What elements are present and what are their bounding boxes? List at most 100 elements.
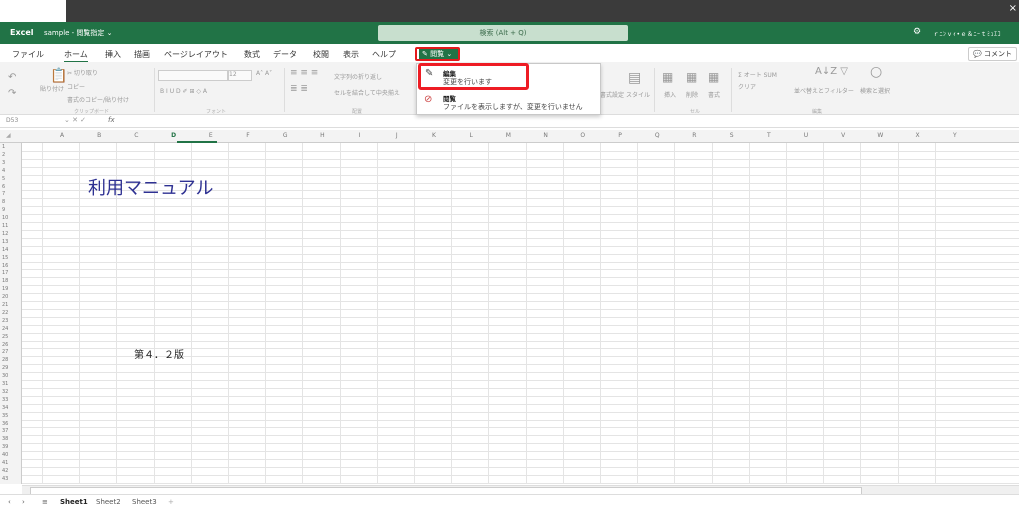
row-header-22[interactable]: 22 <box>2 310 8 316</box>
account-name[interactable]: ｒﾆﾝｖｨ•ｅ＆ﾆｰｔﾐｭｴｺ <box>933 29 1001 38</box>
sheet-tab-sheet1[interactable]: Sheet1 <box>60 498 88 506</box>
cell-styles-icon[interactable]: ▤ <box>628 70 641 86</box>
select-all-icon[interactable]: ◢ <box>6 132 11 139</box>
merge-center-button[interactable]: セルを結合して中央揃え <box>334 88 400 97</box>
align-icons-2[interactable]: ≣ ≣ <box>290 84 308 94</box>
close-icon[interactable]: × <box>1009 3 1017 14</box>
tab-data[interactable]: データ <box>273 49 297 60</box>
sheet-nav-next-icon[interactable]: › <box>22 498 25 506</box>
cell-title-text[interactable]: 利用マニュアル <box>88 174 213 200</box>
row-header-13[interactable]: 13 <box>2 239 8 245</box>
column-header-d[interactable]: D <box>164 132 184 139</box>
comment-button[interactable]: 💬 コメント <box>968 47 1017 61</box>
row-header-24[interactable]: 24 <box>2 326 8 332</box>
row-header-21[interactable]: 21 <box>2 302 8 308</box>
row-header-10[interactable]: 10 <box>2 215 8 221</box>
clear-button[interactable]: クリア <box>738 82 756 91</box>
column-header-p[interactable]: P <box>610 132 630 139</box>
row-header-6[interactable]: 6 <box>2 184 5 190</box>
redo-icon[interactable]: ↷ <box>8 88 16 99</box>
row-header-27[interactable]: 27 <box>2 349 8 355</box>
autosum-button[interactable]: Σ オート SUM <box>738 70 777 79</box>
paste-icon[interactable]: 📋 <box>50 68 67 84</box>
row-header-4[interactable]: 4 <box>2 168 5 174</box>
row-header-15[interactable]: 15 <box>2 255 8 261</box>
row-header-12[interactable]: 12 <box>2 231 8 237</box>
undo-icon[interactable]: ↶ <box>8 72 16 83</box>
search-icon[interactable]: ○ <box>870 64 882 80</box>
column-header-f[interactable]: F <box>238 132 258 139</box>
row-header-42[interactable]: 42 <box>2 468 8 474</box>
row-header-17[interactable]: 17 <box>2 270 8 276</box>
column-header-x[interactable]: X <box>908 132 928 139</box>
tab-view[interactable]: 表示 <box>343 49 359 60</box>
row-header-25[interactable]: 25 <box>2 334 8 340</box>
column-header-c[interactable]: C <box>126 132 146 139</box>
font-format-icons[interactable]: B I U D ✐ ⊞ ◇ A <box>160 88 207 95</box>
format-cells-button[interactable]: 書式 <box>708 90 720 99</box>
column-header-k[interactable]: K <box>424 132 444 139</box>
insert-cells-button[interactable]: 挿入 <box>664 90 676 99</box>
row-header-1[interactable]: 1 <box>2 144 5 150</box>
row-header-23[interactable]: 23 <box>2 318 8 324</box>
column-header-b[interactable]: B <box>89 132 109 139</box>
row-header-43[interactable]: 43 <box>2 476 8 482</box>
column-header-w[interactable]: W <box>870 132 890 139</box>
row-header-38[interactable]: 38 <box>2 436 8 442</box>
tab-formulas[interactable]: 数式 <box>244 49 260 60</box>
row-header-20[interactable]: 20 <box>2 294 8 300</box>
row-header-29[interactable]: 29 <box>2 365 8 371</box>
column-header-y[interactable]: Y <box>945 132 965 139</box>
row-header-34[interactable]: 34 <box>2 405 8 411</box>
sort-filter-button[interactable]: 並べ替えとフィルター <box>794 86 854 95</box>
format-table-button[interactable]: 書式設定 <box>600 90 624 99</box>
sort-filter-icon[interactable]: A↓Z ▽ <box>815 66 848 77</box>
formula-bar-controls-icon[interactable]: ⌄ ✕ ✓ <box>64 116 86 124</box>
find-select-button[interactable]: 検索と選択 <box>860 86 890 95</box>
tab-page-layout[interactable]: ページレイアウト <box>164 49 228 60</box>
column-header-o[interactable]: O <box>573 132 593 139</box>
sheet-list-icon[interactable]: ≡ <box>42 498 48 506</box>
row-header-41[interactable]: 41 <box>2 460 8 466</box>
tab-draw[interactable]: 描画 <box>134 49 150 60</box>
sheet-nav-prev-icon[interactable]: ‹ <box>8 498 11 506</box>
tab-review[interactable]: 校閲 <box>313 49 329 60</box>
column-header-g[interactable]: G <box>275 132 295 139</box>
column-header-u[interactable]: U <box>796 132 816 139</box>
name-box[interactable]: D53 <box>6 117 18 124</box>
column-header-t[interactable]: T <box>759 132 779 139</box>
row-header-18[interactable]: 18 <box>2 278 8 284</box>
format-painter-button[interactable]: 書式のコピー/貼り付け <box>67 95 129 104</box>
row-header-31[interactable]: 31 <box>2 381 8 387</box>
row-header-8[interactable]: 8 <box>2 199 5 205</box>
row-header-33[interactable]: 33 <box>2 397 8 403</box>
row-header-9[interactable]: 9 <box>2 207 5 213</box>
row-header-28[interactable]: 28 <box>2 357 8 363</box>
align-icons[interactable]: ≡ ≡ ≡ <box>290 68 318 78</box>
row-header-26[interactable]: 26 <box>2 342 8 348</box>
row-header-39[interactable]: 39 <box>2 444 8 450</box>
tab-insert[interactable]: 挿入 <box>105 49 121 60</box>
font-grow-shrink-icon[interactable]: A˄ A˅ <box>256 70 272 77</box>
cut-button[interactable]: ✂ 切り取り <box>67 68 98 77</box>
sheet-tab-sheet2[interactable]: Sheet2 <box>96 498 121 506</box>
font-family-box[interactable] <box>158 70 228 81</box>
tab-help[interactable]: ヘルプ <box>372 49 396 60</box>
column-header-j[interactable]: J <box>387 132 407 139</box>
column-header-h[interactable]: H <box>312 132 332 139</box>
row-header-40[interactable]: 40 <box>2 452 8 458</box>
row-header-30[interactable]: 30 <box>2 373 8 379</box>
row-header-37[interactable]: 37 <box>2 428 8 434</box>
row-header-2[interactable]: 2 <box>2 152 5 158</box>
column-header-m[interactable]: M <box>498 132 518 139</box>
delete-cells-icon[interactable]: ▦ <box>686 70 697 84</box>
add-sheet-button[interactable]: + <box>168 498 174 506</box>
column-header-a[interactable]: A <box>52 132 72 139</box>
file-name-dropdown[interactable]: sample - 閲覧指定 ⌄ <box>44 28 113 38</box>
column-header-e[interactable]: E <box>201 132 221 139</box>
fx-icon[interactable]: fx <box>108 116 115 124</box>
row-header-36[interactable]: 36 <box>2 421 8 427</box>
row-header-3[interactable]: 3 <box>2 160 5 166</box>
column-header-i[interactable]: I <box>350 132 370 139</box>
row-header-5[interactable]: 5 <box>2 176 5 182</box>
